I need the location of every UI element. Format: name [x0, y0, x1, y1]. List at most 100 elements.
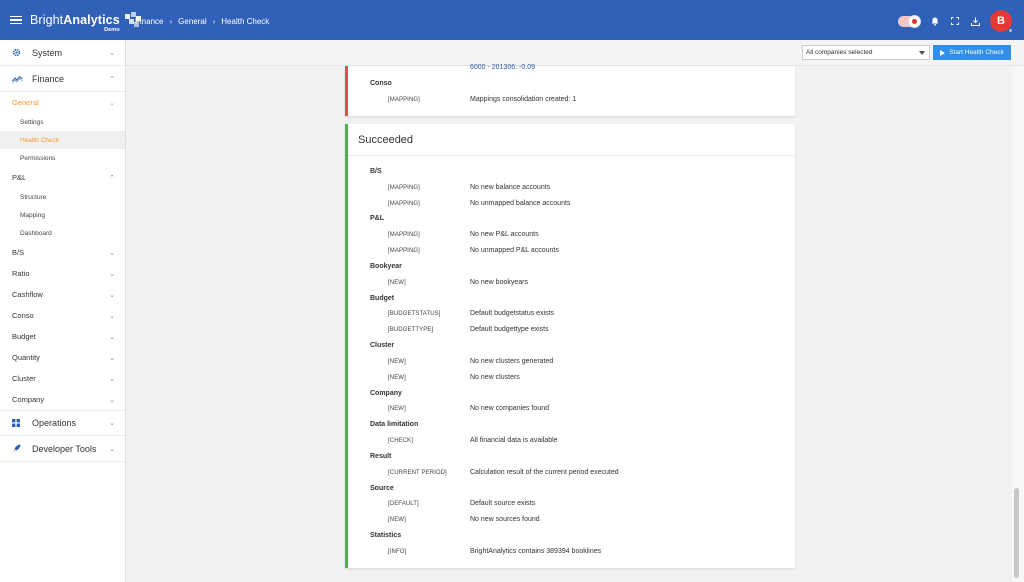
check-message: Default budgetstatus exists [470, 310, 555, 318]
breadcrumb-general[interactable]: General [178, 17, 206, 26]
chevron-down-icon: ⌄ [109, 291, 115, 299]
chevron-down-icon: ⌄ [109, 420, 115, 427]
sidebar-item-mapping[interactable]: Mapping [0, 206, 125, 224]
check-tag: [MAPPING] [388, 248, 420, 255]
check-message: No new balance accounts [470, 183, 551, 191]
chevron-down-icon: ⌄ [109, 375, 115, 383]
sidebar-item-label: Budget [12, 332, 36, 341]
check-message: No unmapped P&L accounts [470, 247, 559, 255]
sidebar-item-developer-tools[interactable]: Developer Tools ⌄ [0, 436, 125, 462]
check-message: No new P&L accounts [470, 231, 539, 239]
sidebar-item-pl[interactable]: P&L ⌃ [0, 167, 125, 188]
caret-down-icon [919, 50, 925, 55]
check-tag: [MAPPING] [388, 97, 420, 103]
company-select-value: All companies selected [806, 49, 873, 56]
category-label: B/S [370, 168, 382, 175]
brand-name-light: Bright [30, 12, 64, 27]
sidebar-item-finance[interactable]: Finance ⌃ [0, 66, 125, 92]
status-dot [1008, 28, 1013, 33]
sidebar-item-label: General [12, 98, 39, 107]
sidebar-item-permissions[interactable]: Permissions [0, 149, 125, 167]
gear-icon [12, 48, 24, 57]
avatar[interactable]: B [990, 10, 1013, 33]
sidebar-item-budget[interactable]: Budget ⌄ [0, 326, 125, 347]
header-actions: B [898, 10, 1013, 33]
fullscreen-icon[interactable] [950, 16, 960, 26]
sidebar-item-label: Finance [32, 73, 65, 84]
download-icon[interactable] [970, 16, 980, 26]
rocket-icon [12, 444, 24, 453]
check-tag: [NEW] [388, 406, 406, 413]
sidebar-item-quantity[interactable]: Quantity ⌄ [0, 347, 125, 368]
chevron-down-icon: ⌄ [109, 312, 115, 320]
check-tag: [NEW] [388, 279, 406, 286]
sidebar-item-operations[interactable]: Operations ⌄ [0, 410, 125, 436]
chevron-up-icon: ⌃ [109, 174, 115, 182]
menu-icon[interactable] [10, 15, 22, 25]
sidebar-item-bs[interactable]: B/S ⌄ [0, 242, 125, 263]
check-tag: [MAPPING] [388, 200, 420, 207]
check-tag: [NEW] [388, 374, 406, 381]
trend-icon [12, 75, 24, 83]
sidebar-item-label: Cluster [12, 374, 36, 383]
sidebar-item-dashboard[interactable]: Dashboard [0, 224, 125, 242]
sidebar-item-label: Operations [32, 418, 77, 428]
category-label: Source [370, 484, 394, 492]
category-label: Company [370, 389, 402, 397]
check-message: Calculation result of the current period… [470, 468, 619, 476]
sidebar-item-health-check[interactable]: Health Check [0, 131, 125, 149]
chevron-down-icon: ⌄ [109, 396, 115, 404]
check-message: No new sources found [470, 516, 540, 524]
sidebar-item-label: Ratio [12, 269, 30, 278]
sidebar-item-ratio[interactable]: Ratio ⌄ [0, 263, 125, 284]
check-tag: [CHECK] [388, 438, 414, 445]
chevron-down-icon: ⌄ [109, 354, 115, 362]
sidebar-item-cluster[interactable]: Cluster ⌄ [0, 368, 125, 389]
breadcrumb-separator-icon: › [212, 17, 216, 26]
start-health-check-button[interactable]: Start Health Check [933, 45, 1011, 60]
chevron-down-icon: ⌄ [109, 333, 115, 341]
check-message: No new bookyears [470, 278, 528, 286]
chevron-down-icon: ⌄ [109, 99, 115, 107]
check-tag: [NEW] [388, 517, 406, 524]
chevron-down-icon: ⌄ [109, 49, 115, 57]
check-message: Default source exists [470, 500, 535, 508]
sidebar-item-label: P&L [12, 173, 27, 182]
sidebar-item-system[interactable]: System ⌄ [0, 40, 125, 66]
check-tag: [BUDGETSTATUS] [388, 311, 441, 318]
record-toggle[interactable] [898, 14, 921, 28]
bell-icon[interactable] [930, 16, 940, 26]
breadcrumb: Finance › General › Health Check [135, 17, 269, 26]
breadcrumb-separator-icon: › [169, 17, 173, 26]
sidebar: System ⌄ Finance ⌃ General ⌄ Settings He… [0, 40, 126, 582]
failed-previous-message: 6000 - 201306: -0.09 [470, 64, 535, 71]
sidebar-item-conso[interactable]: Conso ⌄ [0, 305, 125, 326]
check-tag: [NEW] [388, 358, 406, 365]
breadcrumb-finance[interactable]: Finance [135, 17, 163, 26]
check-tag: [MAPPING] [388, 232, 420, 239]
brand-logo[interactable]: BrightAnalytics Demo [30, 11, 142, 32]
check-message: BrightAnalytics contains 389394 bookline… [470, 547, 602, 555]
sidebar-item-company[interactable]: Company ⌄ [0, 389, 125, 410]
sidebar-item-cashflow[interactable]: Cashflow ⌄ [0, 284, 125, 305]
scrollbar-thumb[interactable] [1014, 488, 1019, 578]
sidebar-item-label: Conso [12, 311, 34, 320]
check-tag: [BUDGETTYPE] [388, 327, 434, 334]
sidebar-item-structure[interactable]: Structure [0, 188, 125, 206]
sidebar-item-label: Company [12, 395, 45, 404]
grid-icon [12, 419, 24, 427]
sidebar-item-label: Developer Tools [32, 443, 97, 454]
check-message: No new companies found [470, 405, 549, 413]
check-tag: [DEFAULT] [388, 501, 419, 508]
check-message: No unmapped balance accounts [470, 199, 571, 207]
sidebar-item-general[interactable]: General ⌄ [0, 92, 125, 113]
category-label: Result [370, 452, 392, 460]
company-select[interactable]: All companies selected [802, 45, 930, 60]
check-message: Default budgettype exists [470, 326, 549, 334]
start-health-check-label: Start Health Check [949, 49, 1004, 56]
brand-sub: Demo [104, 26, 120, 33]
chevron-down-icon: ⌄ [109, 270, 115, 278]
avatar-initial: B [997, 15, 1005, 27]
check-tag: [CURRENT PERIOD] [388, 469, 447, 476]
sidebar-item-settings[interactable]: Settings [0, 113, 125, 131]
